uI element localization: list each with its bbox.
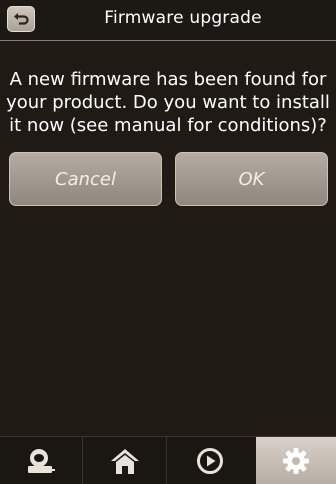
play-icon [196,447,223,474]
screen: Firmware upgrade A new firmware has been… [0,0,336,484]
back-button[interactable] [7,6,35,32]
cancel-button[interactable]: Cancel [9,152,162,206]
tab-home[interactable] [84,437,167,484]
page-title: Firmware upgrade [104,8,262,28]
back-arrow-icon [14,13,29,25]
webcam-device-icon [28,448,55,473]
tab-settings[interactable] [256,437,336,484]
dialog-message: A new firmware has been found for your p… [6,69,330,136]
home-icon [111,448,139,474]
cancel-button-label: Cancel [55,168,116,190]
tab-device[interactable] [0,437,83,484]
ok-button[interactable]: OK [175,152,328,206]
bottom-tabbar [0,437,336,484]
tab-play[interactable] [168,437,251,484]
header-divider [0,40,336,41]
ok-button-label: OK [238,168,265,190]
header-bar: Firmware upgrade [0,0,336,40]
gear-icon [283,447,309,474]
